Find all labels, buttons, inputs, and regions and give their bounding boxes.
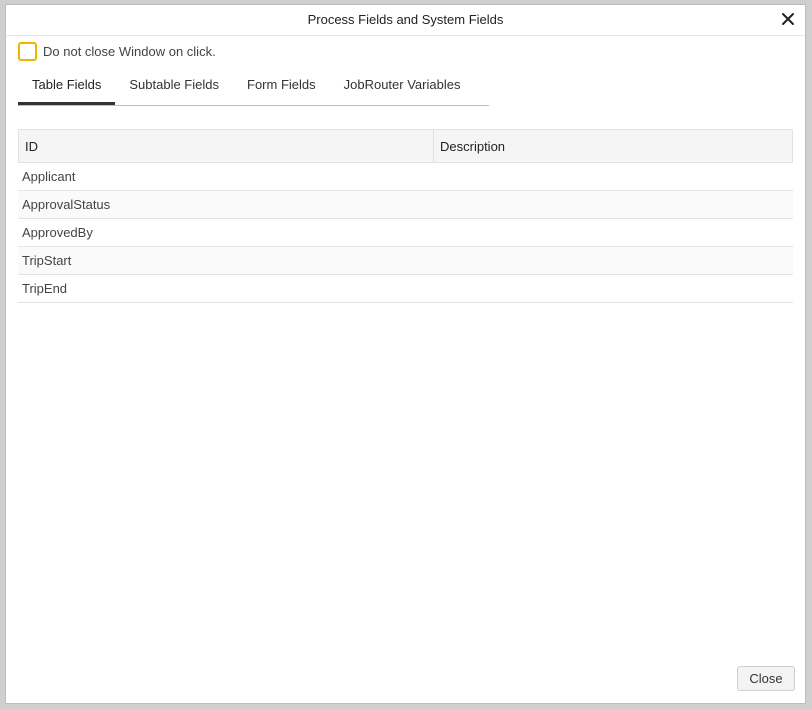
table-row[interactable]: TripStart [18,247,793,275]
tab-jobrouter-variables[interactable]: JobRouter Variables [330,67,475,105]
keep-open-checkbox[interactable] [18,41,37,61]
keep-open-label: Do not close Window on click. [43,43,216,59]
close-button[interactable]: Close [737,666,795,691]
cell-id: TripStart [22,253,72,268]
cell-id: TripEnd [22,281,68,296]
cell-id: ApprovedBy [22,225,93,240]
fields-table: ID Description Applicant ApprovalStatus … [18,129,793,303]
keep-open-option[interactable]: Do not close Window on click. [18,41,216,61]
cell-description [433,247,793,274]
cell-description [433,191,793,218]
cell-description [433,275,793,302]
cell-description [433,163,793,190]
table-row[interactable]: ApprovedBy [18,219,793,247]
dialog-titlebar: Process Fields and System Fields [6,5,805,36]
fields-dialog: Process Fields and System Fields Do not … [5,4,806,704]
dialog-title: Process Fields and System Fields [307,12,504,27]
close-icon[interactable] [779,10,797,28]
tab-form-fields[interactable]: Form Fields [233,67,330,105]
cell-description [433,219,793,246]
tab-subtable-fields[interactable]: Subtable Fields [115,67,233,105]
table-header: ID Description [18,129,793,163]
table-row[interactable]: Applicant [18,163,793,191]
table-row[interactable]: ApprovalStatus [18,191,793,219]
cell-id: ApprovalStatus [22,197,111,212]
tab-table-fields[interactable]: Table Fields [18,67,116,105]
column-header-description[interactable]: Description [434,130,792,162]
field-tabs: Table Fields Subtable Fields Form Fields… [18,67,489,106]
column-header-id[interactable]: ID [19,130,434,162]
table-row[interactable]: TripEnd [18,275,793,303]
cell-id: Applicant [22,169,76,184]
